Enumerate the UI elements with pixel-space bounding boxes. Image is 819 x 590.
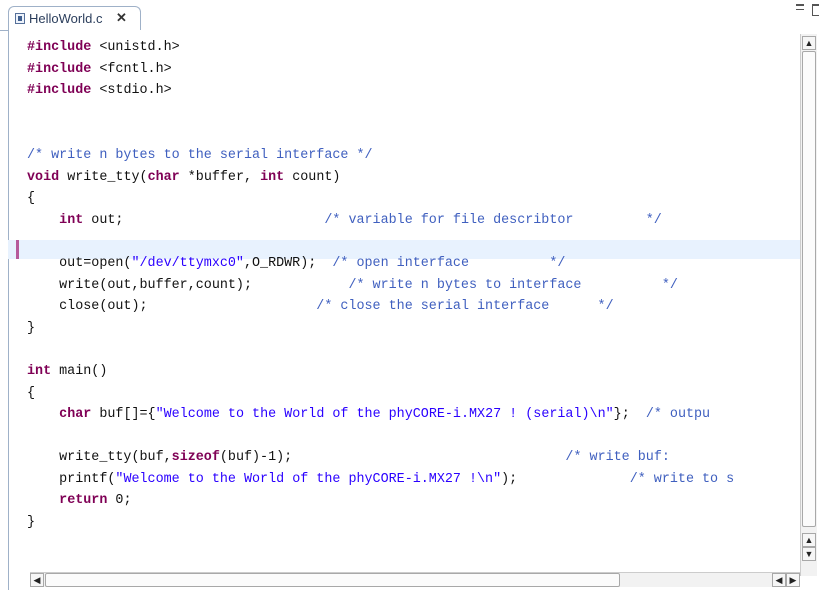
comment-token: /* write to s — [629, 471, 735, 487]
comment-token: /* write n bytes to interface */ — [348, 277, 678, 293]
code-line[interactable]: } — [27, 318, 799, 340]
code-token: write(out,buffer,count); — [27, 277, 349, 293]
code-line[interactable] — [27, 123, 799, 145]
comment-token: /* write buf: — [565, 450, 670, 466]
code-line[interactable]: int out; /* variable for file describtor… — [27, 210, 799, 232]
code-line[interactable]: write_tty(buf,sizeof(buf)-1); /* write b… — [27, 447, 799, 469]
code-token: } — [27, 515, 36, 531]
minimize-icon[interactable] — [796, 4, 804, 10]
code-line[interactable]: write(out,buffer,count); /* write n byte… — [27, 275, 799, 297]
source-code[interactable]: #include <unistd.h> #include <fcntl.h> #in… — [27, 37, 799, 534]
code-token: { — [27, 385, 36, 401]
comment-token: /* outpu — [645, 407, 711, 423]
code-line[interactable] — [27, 102, 799, 124]
scroll-left-icon[interactable]: ◀ — [30, 573, 44, 587]
keyword-token: #include — [27, 61, 92, 77]
code-line[interactable]: int main() — [27, 361, 799, 383]
code-token: } — [27, 320, 36, 336]
code-token: { — [27, 191, 36, 207]
close-tab-icon[interactable]: ✕ — [116, 10, 127, 26]
code-line[interactable]: out=open("/dev/ttymxc0",O_RDWR); /* open… — [27, 253, 799, 275]
comment-token: /* open interface */ — [332, 255, 566, 271]
code-token: write_tty( — [59, 169, 148, 185]
code-line[interactable]: void write_tty(char *buffer, int count) — [27, 167, 799, 189]
code-line[interactable]: #include <stdio.h> — [27, 80, 799, 102]
string-token: "Welcome to the World of the phyCORE-i.M… — [155, 407, 614, 423]
code-line[interactable]: close(out); /* close the serial interfac… — [27, 296, 799, 318]
code-line[interactable]: #include <fcntl.h> — [27, 59, 799, 81]
maximize-icon[interactable] — [812, 4, 819, 16]
code-token: *buffer, — [179, 169, 261, 185]
code-token: }; — [613, 407, 646, 423]
code-line[interactable]: printf("Welcome to the World of the phyC… — [27, 469, 799, 491]
code-token: close(out); — [27, 299, 317, 315]
scroll-up-icon[interactable]: ▲ — [802, 36, 816, 50]
scroll-left-icon[interactable]: ◀ — [772, 573, 786, 587]
c-source-file-icon — [15, 13, 25, 24]
code-token: buf[]={ — [91, 407, 156, 423]
code-token: <stdio.h> — [91, 83, 172, 99]
code-line[interactable] — [27, 231, 799, 253]
tab-title: HelloWorld.c — [29, 11, 103, 26]
code-token: <unistd.h> — [91, 40, 180, 55]
code-token: count) — [284, 169, 341, 185]
code-token: <fcntl.h> — [91, 61, 172, 77]
tab-helloworld-c[interactable]: HelloWorld.c ✕ — [8, 6, 141, 30]
horizontal-scrollbar[interactable]: ◀ ◀ ▶ — [30, 572, 800, 587]
code-line[interactable]: #include <unistd.h> — [27, 37, 799, 59]
string-token: "Welcome to the World of the phyCORE-i.M… — [115, 471, 502, 487]
code-token: 0; — [107, 493, 132, 509]
keyword-token: void — [27, 169, 60, 185]
code-token: out=open( — [27, 255, 132, 271]
code-line[interactable]: { — [27, 188, 799, 210]
code-token: (buf)-1); — [219, 450, 566, 466]
change-marker — [16, 240, 19, 259]
code-token: main() — [51, 363, 108, 379]
keyword-token: sizeof — [171, 450, 220, 466]
comment-token: /* close the serial interface */ — [316, 299, 614, 315]
code-token: printf( — [27, 471, 116, 487]
scroll-up-icon[interactable]: ▲ — [802, 533, 816, 547]
keyword-token: #include — [27, 40, 92, 55]
code-token: out; — [83, 212, 325, 228]
keyword-token: int — [59, 212, 84, 228]
editor-tab-bar: HelloWorld.c ✕ — [0, 0, 819, 31]
code-line[interactable]: return 0; — [27, 490, 799, 512]
code-token: ); — [501, 471, 630, 487]
code-line[interactable]: } — [27, 512, 799, 534]
code-line[interactable] — [27, 426, 799, 448]
string-token: "/dev/ttymxc0" — [131, 255, 244, 271]
scroll-down-icon[interactable]: ▼ — [802, 547, 816, 561]
keyword-token: int — [27, 363, 52, 379]
vertical-scrollbar[interactable]: ▲ ▲ ▼ — [800, 34, 817, 576]
comment-token: /* variable for file describtor */ — [324, 212, 662, 228]
keyword-token: char — [147, 169, 180, 185]
keyword-token: char — [59, 407, 92, 423]
keyword-token: int — [260, 169, 285, 185]
scroll-right-icon[interactable]: ▶ — [786, 573, 800, 587]
code-token: ,O_RDWR); — [243, 255, 333, 271]
vertical-scroll-thumb[interactable] — [802, 51, 816, 527]
keyword-token: #include — [27, 83, 92, 99]
keyword-token: return — [59, 493, 108, 509]
code-line[interactable]: char buf[]={"Welcome to the World of the… — [27, 404, 799, 426]
code-line[interactable]: { — [27, 383, 799, 405]
horizontal-scroll-thumb[interactable] — [45, 573, 620, 587]
code-line[interactable] — [27, 339, 799, 361]
comment-token: /* write n bytes to the serial interface… — [27, 147, 373, 163]
code-token: write_tty(buf, — [27, 450, 172, 466]
code-line[interactable]: /* write n bytes to the serial interface… — [27, 145, 799, 167]
